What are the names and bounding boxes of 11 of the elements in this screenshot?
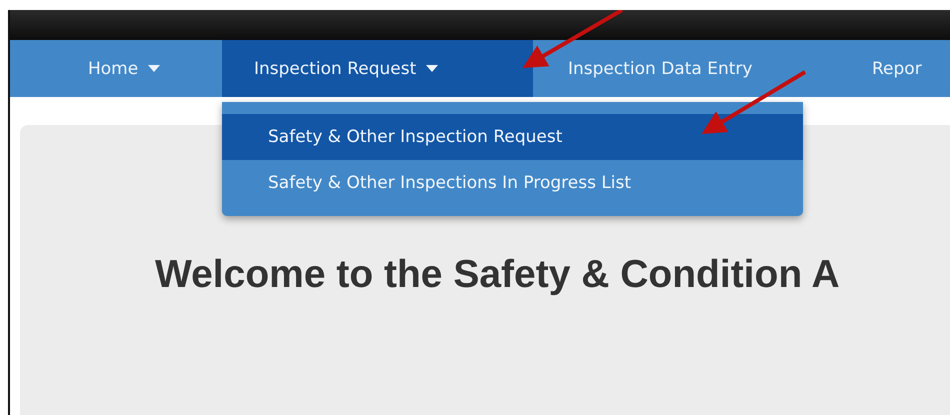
nav-label: Inspection Request bbox=[254, 58, 416, 78]
nav-tab[interactable]: Inspection Request bbox=[222, 40, 533, 97]
nav-tab[interactable]: Repor bbox=[847, 40, 950, 97]
menu-item[interactable]: Safety & Other Inspection Request bbox=[222, 114, 803, 160]
nav-label: Inspection Data Entry bbox=[568, 58, 752, 78]
menu-item[interactable]: Safety & Other Inspections In Progress List bbox=[222, 160, 803, 206]
nav-tab[interactable]: Inspection Data Entry bbox=[533, 40, 847, 97]
nav-label: Home bbox=[88, 58, 138, 78]
nav-label: Repor bbox=[872, 58, 922, 78]
nav-tab[interactable]: Home bbox=[10, 40, 222, 97]
welcome-heading: Welcome to the Safety & Condition A bbox=[155, 253, 841, 297]
